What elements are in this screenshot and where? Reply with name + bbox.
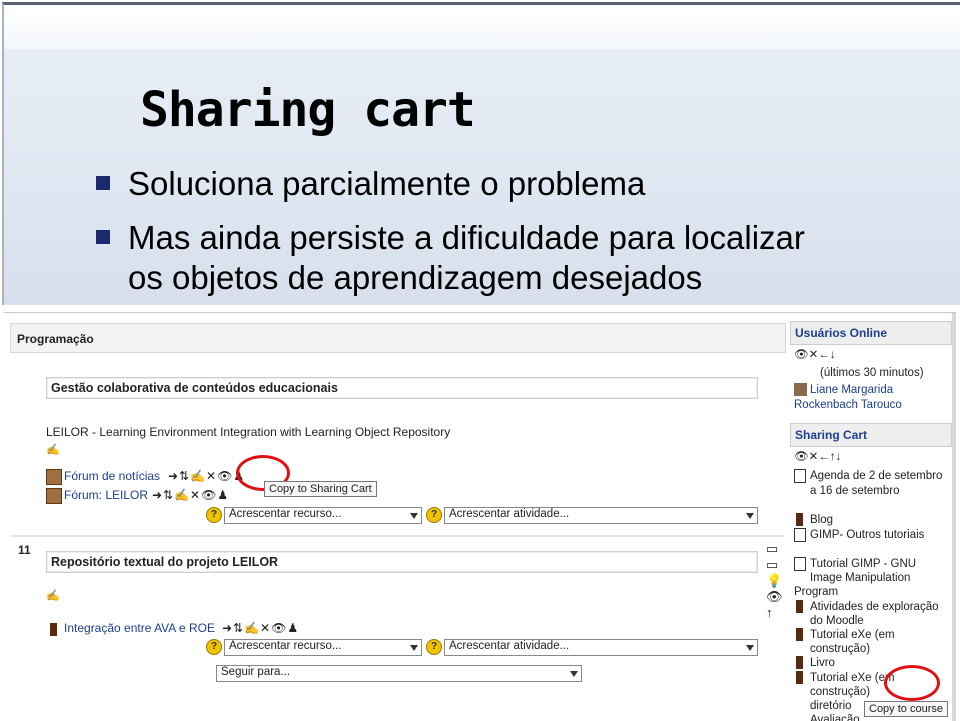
cart-item[interactable]: Tutorial eXe (em	[810, 671, 895, 685]
course-section-1: Gestão colaborativa de conteúdos educaci…	[10, 367, 784, 537]
chevron-down-icon	[410, 645, 418, 651]
book-icon	[796, 671, 803, 684]
cart-item[interactable]: Atividades de exploração	[810, 600, 939, 614]
bullet-marker	[96, 176, 110, 190]
course-header-title: Programação	[17, 332, 94, 346]
scrollbar[interactable]	[952, 313, 956, 721]
chevron-down-icon	[746, 513, 754, 519]
section-2-title-box: Repositório textual do projeto LEILOR	[46, 551, 758, 573]
item-edit-icons[interactable]: ➜⇅✍✕👁♟	[152, 488, 229, 502]
course-header: Programação	[10, 323, 786, 353]
cart-item[interactable]: Agenda de 2 de setembro	[810, 469, 942, 483]
bullet-text-2: Mas ainda persiste a dificuldade para lo…	[128, 219, 805, 256]
bullet-text-1: Soluciona parcialmente o problema	[128, 165, 646, 202]
jump-to-select[interactable]: Seguir para...	[216, 665, 582, 682]
section-2-title: Repositório textual do projeto LEILOR	[51, 555, 279, 569]
edit-icon[interactable]: ✍	[46, 443, 61, 456]
cart-item[interactable]: Tutorial eXe (em	[810, 628, 895, 642]
jump-to-label: Seguir para...	[221, 666, 291, 678]
cart-item[interactable]: Blog	[810, 513, 833, 527]
online-users-header: Usuários Online	[790, 321, 952, 345]
online-user-link-2[interactable]: Rockenbach Tarouco	[794, 398, 902, 412]
cart-item[interactable]: Tutorial GIMP - GNU	[810, 557, 916, 571]
forum-leilor-link[interactable]: Fórum: LEILOR	[64, 488, 148, 502]
right-sidebar: Usuários Online 👁✕←↓ (últimos 30 minutos…	[790, 319, 952, 721]
add-activity-select[interactable]: Acrescentar atividade...	[444, 507, 758, 524]
online-users-title: Usuários Online	[795, 326, 888, 340]
cart-item[interactable]: Program	[794, 585, 838, 599]
bullet-text-3: os objetos de aprendizagem desejados	[128, 259, 703, 296]
add-resource-label: Acrescentar recurso...	[229, 640, 342, 652]
book-icon	[796, 628, 803, 641]
cart-block-icons[interactable]: 👁✕←↑↓	[794, 449, 841, 463]
document-icon	[794, 557, 806, 571]
add-resource-label: Acrescentar recurso...	[229, 508, 342, 520]
sharing-cart-header: Sharing Cart	[790, 423, 952, 447]
online-period: (últimos 30 minutos)	[820, 367, 924, 379]
cart-item[interactable]: GIMP- Outros tutoriais	[810, 528, 924, 542]
forum-news-link[interactable]: Fórum de notícias	[64, 469, 160, 483]
cart-item[interactable]: construção)	[810, 642, 870, 656]
add-resource-select[interactable]: Acrescentar recurso...	[224, 639, 422, 656]
slide-title: Sharing cart	[140, 82, 476, 138]
forum-icon	[46, 469, 62, 485]
document-icon	[794, 469, 806, 483]
moodle-screenshot: Programação Gestão colaborativa de conte…	[4, 312, 956, 721]
sharing-cart-title: Sharing Cart	[795, 428, 868, 442]
section-1-title-box: Gestão colaborativa de conteúdos educaci…	[46, 377, 758, 399]
add-activity-select[interactable]: Acrescentar atividade...	[444, 639, 758, 656]
item-edit-icons[interactable]: ➜⇅✍✕👁♟	[168, 469, 245, 483]
cart-item[interactable]: do Moodle	[810, 614, 864, 628]
item-edit-icons[interactable]: ➜⇅✍✕👁♟	[222, 621, 299, 635]
help-icon[interactable]: ?	[426, 507, 442, 523]
course-main-column: Programação Gestão colaborativa de conte…	[8, 319, 786, 721]
section-number: 11	[18, 543, 31, 557]
avatar	[794, 383, 807, 396]
cart-item[interactable]: Livro	[810, 656, 835, 670]
chevron-down-icon	[746, 645, 754, 651]
copy-to-sharing-cart-tooltip: Copy to Sharing Cart	[264, 481, 377, 497]
document-icon	[794, 528, 806, 542]
book-icon	[796, 656, 803, 669]
help-icon[interactable]: ?	[206, 639, 222, 655]
book-icon	[796, 600, 803, 613]
bullet-marker	[96, 230, 110, 244]
course-section-2: 11 Repositório textual do projeto LEILOR…	[10, 535, 784, 677]
add-activity-label: Acrescentar atividade...	[449, 640, 570, 652]
edit-icon[interactable]: ✍	[46, 589, 61, 602]
copy-to-course-tooltip: Copy to course	[864, 701, 948, 717]
section-1-summary: LEILOR - Learning Environment Integratio…	[46, 425, 451, 439]
cart-item[interactable]: a 16 de setembro	[810, 484, 900, 498]
integration-link[interactable]: Integração entre AVA e ROE	[64, 621, 215, 635]
title-band-top	[4, 5, 960, 49]
online-block-icons[interactable]: 👁✕←↓	[794, 347, 836, 361]
online-user-link[interactable]: Liane Margarida	[810, 383, 893, 397]
forum-icon	[46, 488, 62, 504]
book-icon	[796, 513, 803, 526]
add-resource-select[interactable]: Acrescentar recurso...	[224, 507, 422, 524]
book-icon	[50, 623, 57, 636]
section-tools-icons[interactable]: ▭ ▭ 💡 👁 ↑	[766, 541, 784, 621]
chevron-down-icon	[410, 513, 418, 519]
cart-item[interactable]: Image Manipulation	[810, 571, 910, 585]
help-icon[interactable]: ?	[426, 639, 442, 655]
help-icon[interactable]: ?	[206, 507, 222, 523]
cart-item[interactable]: construção)	[810, 685, 870, 699]
chevron-down-icon	[570, 671, 578, 677]
highlight-circle	[884, 665, 940, 701]
cart-item[interactable]: diretório	[810, 699, 852, 713]
section-1-title: Gestão colaborativa de conteúdos educaci…	[51, 381, 338, 395]
add-activity-label: Acrescentar atividade...	[449, 508, 570, 520]
